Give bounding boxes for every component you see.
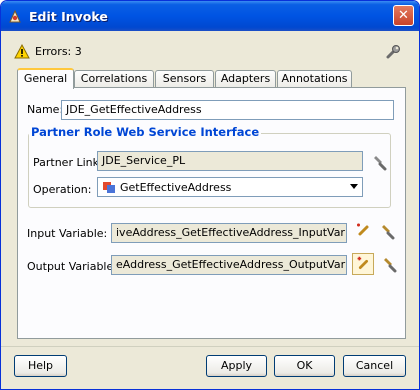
close-button[interactable]: ✕ xyxy=(393,5,414,26)
input-variable-browse-icon[interactable] xyxy=(378,222,396,240)
tab-correlations[interactable]: Correlations xyxy=(74,70,154,88)
apply-button[interactable]: Apply xyxy=(206,355,267,377)
general-panel: Name: JDE_GetEffectiveAddress Partner Ro… xyxy=(17,87,406,339)
name-field[interactable]: JDE_GetEffectiveAddress xyxy=(61,100,394,120)
output-variable-create-icon[interactable] xyxy=(352,253,374,275)
operation-value: GetEffectiveAddress xyxy=(120,180,232,194)
tab-general[interactable]: General xyxy=(17,68,74,89)
output-variable-field[interactable]: eAddress_GetEffectiveAddress_OutputVaria… xyxy=(111,255,347,275)
duke-icon xyxy=(9,9,21,23)
operation-icon xyxy=(103,182,115,193)
button-bar-separator xyxy=(1,346,419,347)
title-bar[interactable]: Edit Invoke ✕ xyxy=(1,1,419,31)
dialog-title: Edit Invoke xyxy=(29,8,108,24)
input-variable-create-icon[interactable] xyxy=(354,222,372,240)
partner-link-label: Partner Link: xyxy=(33,156,103,169)
partner-link-field[interactable]: JDE_Service_PL xyxy=(97,151,363,171)
tab-adapters[interactable]: Adapters xyxy=(215,70,276,88)
operation-label: Operation: xyxy=(33,183,92,196)
output-variable-label: Output Variable: xyxy=(27,260,117,273)
warning-icon xyxy=(14,44,30,59)
errors-text: Errors: 3 xyxy=(35,45,82,58)
tab-sensors[interactable]: Sensors xyxy=(155,70,214,88)
cancel-button[interactable]: Cancel xyxy=(343,355,406,377)
output-variable-browse-icon[interactable] xyxy=(380,255,398,273)
ok-button[interactable]: OK xyxy=(274,355,335,377)
operation-select[interactable]: GetEffectiveAddress xyxy=(97,177,363,197)
name-label: Name: xyxy=(27,103,64,116)
partner-link-browse-icon[interactable] xyxy=(370,153,388,171)
wrench-icon[interactable] xyxy=(385,44,401,60)
input-variable-field[interactable]: iveAddress_GetEffectiveAddress_InputVari… xyxy=(111,223,347,243)
tab-annotations[interactable]: Annotations xyxy=(277,70,352,88)
chevron-down-icon[interactable] xyxy=(350,184,358,189)
input-variable-label: Input Variable: xyxy=(27,227,108,240)
help-button[interactable]: Help xyxy=(14,355,67,377)
errors-indicator: Errors: 3 xyxy=(14,44,82,59)
partner-role-group-title: Partner Role Web Service Interface xyxy=(29,125,262,139)
edit-invoke-dialog: Edit Invoke ✕ Errors: 3 General Correlat… xyxy=(0,0,420,390)
